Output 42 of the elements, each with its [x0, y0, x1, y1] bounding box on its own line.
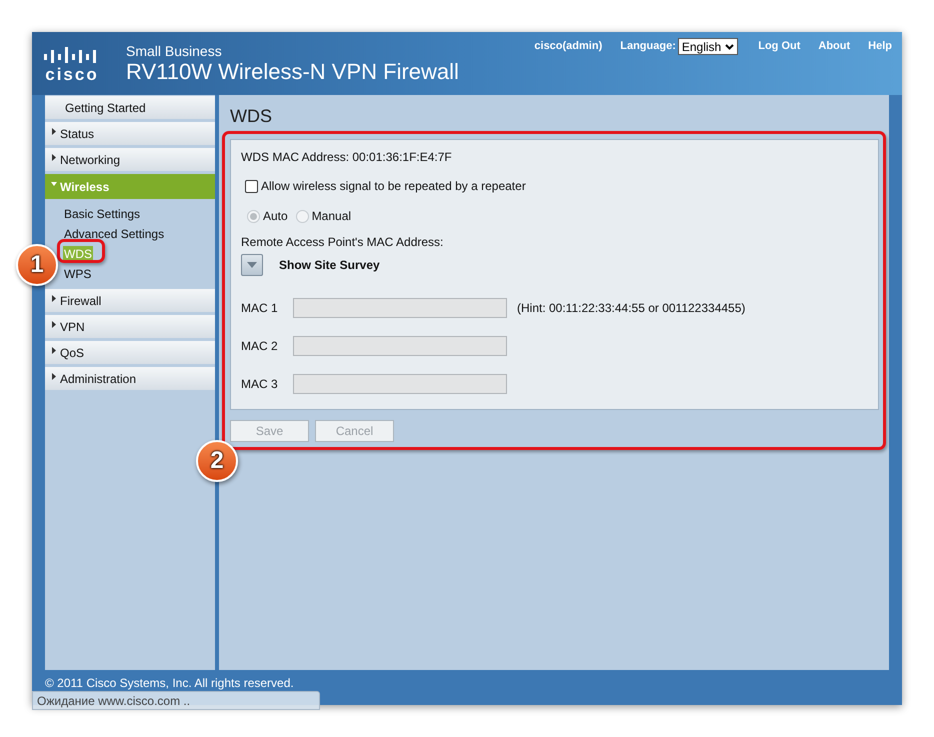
expand-button[interactable]: [241, 254, 263, 276]
site-survey-label: Show Site Survey: [279, 257, 380, 274]
field-label: MAC 1: [241, 300, 279, 317]
caret-icon: [51, 180, 57, 188]
copyright-text: © 2011 Cisco Systems, Inc. All rights reserved.: [45, 676, 294, 690]
triangle-down-icon: [247, 262, 257, 268]
checkbox[interactable]: [245, 180, 258, 192]
product-title: RV110W Wireless-N VPN Firewall: [126, 59, 459, 85]
radio-label: Auto: [263, 208, 288, 225]
product-line: Small Business: [126, 43, 223, 59]
checkbox-label: Allow wireless signal to be repeated by a repeater: [261, 178, 526, 195]
nav-section[interactable]: Status: [45, 122, 215, 145]
callout-badge: 1: [16, 244, 58, 286]
caret-icon: [51, 372, 57, 380]
mac-address-text: WDS MAC Address: 00:01:36:1F:E4:7F: [241, 150, 453, 164]
nav-section[interactable]: VPN: [45, 315, 215, 338]
nav-section[interactable]: Firewall: [45, 289, 215, 312]
nav-section[interactable]: Networking: [45, 148, 215, 171]
nav-section[interactable]: QoS: [45, 341, 215, 364]
nav-section[interactable]: Getting Started: [45, 96, 215, 119]
field-label: MAC 3: [241, 376, 279, 393]
logo-text: cisco: [45, 66, 99, 83]
page-title: WDS: [230, 105, 273, 127]
remote-mac-label: Remote Access Point's MAC Address:: [241, 234, 444, 251]
language-label: Language:: [620, 39, 676, 54]
nav-link[interactable]: WPS: [63, 266, 92, 282]
status-text: Ожидание www.cisco.com ..: [37, 692, 190, 710]
hint-text: (Hint: 00:11:22:33:44:55 or 001122334455): [517, 300, 746, 317]
caret-icon: [51, 294, 57, 302]
user-name: cisco(admin): [534, 39, 602, 54]
caret-icon: [51, 346, 57, 354]
caret-icon: [51, 154, 57, 160]
caret-icon: [51, 128, 57, 134]
highlight-frame: [57, 239, 105, 263]
nav-link[interactable]: Advanced Settings: [63, 226, 166, 242]
field-label: MAC 2: [241, 338, 279, 355]
chevron-down-icon: [725, 44, 734, 50]
caret-icon: [51, 320, 57, 328]
nav-section[interactable]: Administration: [45, 367, 215, 390]
nav-link[interactable]: Basic Settings: [63, 206, 142, 222]
radio-label: Manual: [312, 208, 352, 225]
language-select[interactable]: English: [678, 38, 738, 55]
